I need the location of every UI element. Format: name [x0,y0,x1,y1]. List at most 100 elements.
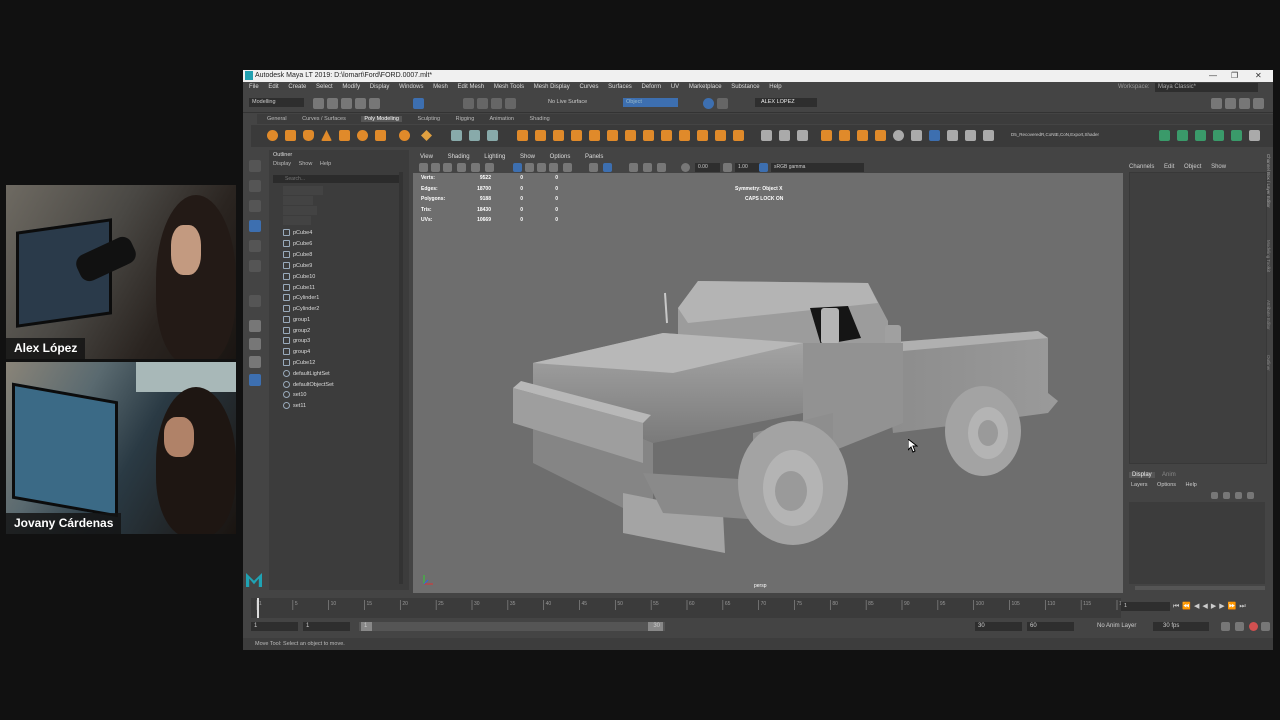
script-icon[interactable] [983,130,994,141]
workspace-dropdown[interactable]: Maya Classic* [1155,83,1258,92]
play-forward-icon[interactable]: ▶ [1211,603,1219,610]
single-perspective-layout-icon[interactable] [249,320,261,332]
poly-cone-icon[interactable] [321,130,332,141]
extrude-icon[interactable] [607,130,618,141]
multi-cut-icon[interactable] [761,130,772,141]
new-layer-icon[interactable] [1235,492,1242,499]
isolate-icon[interactable] [589,163,598,172]
undo-icon[interactable] [355,98,366,109]
anim-end-field[interactable]: 30 [975,622,1022,631]
grid-icon[interactable] [965,130,976,141]
range-slider[interactable]: 1 30 [359,622,665,631]
redo-icon[interactable] [369,98,380,109]
loop-icon[interactable] [1221,622,1230,631]
select-tool-icon[interactable] [249,160,261,172]
snap-curve-icon[interactable] [477,98,488,109]
outliner-item[interactable]: group4 [283,348,310,357]
combine-icon[interactable] [451,130,462,141]
menu-select[interactable]: Select [316,84,333,90]
film-gate-icon[interactable] [485,163,494,172]
mirror-icon[interactable] [571,130,582,141]
outliner-item[interactable]: pCube12 [283,359,315,368]
center-pivot-icon[interactable] [911,130,922,141]
outliner-item[interactable]: group1 [283,316,310,325]
range-start-handle[interactable]: 1 [361,622,372,631]
poke-icon[interactable] [679,130,690,141]
outliner-item[interactable]: set11 [283,402,306,411]
menu-substance[interactable]: Substance [731,84,759,90]
open-scene-icon[interactable] [327,98,338,109]
viewport-menu-shading[interactable]: Shading [448,154,470,160]
layer-tab-display[interactable]: Display [1129,472,1155,478]
layer-move-up-icon[interactable] [1211,492,1218,499]
delete-history-icon[interactable] [947,130,958,141]
close-button[interactable]: ✕ [1255,70,1262,82]
outliner-item[interactable]: defaultObjectSet [283,381,334,390]
export-icon[interactable] [1159,130,1170,141]
minimize-button[interactable]: — [1209,70,1217,82]
channel-menu-channels[interactable]: Channels [1129,164,1154,170]
range-end-handle[interactable]: 30 [648,622,663,631]
step-forward-key-icon[interactable]: ⏩ [1228,603,1240,610]
texture-icon[interactable] [1231,130,1242,141]
image-plane-icon[interactable] [457,163,466,172]
gamma-field[interactable]: 1.00 [735,163,760,172]
color-management-icon[interactable] [759,163,768,172]
layer-scrollbar[interactable] [1135,586,1265,590]
snap-point-icon[interactable] [491,98,502,109]
outliner-menu-display[interactable]: Display [273,161,291,167]
edge-loop-icon[interactable] [779,130,790,141]
perspective-viewport[interactable]: Verts: 9522 0 0 Edges: 18700 0 0 Polygons: 9188… [413,173,1123,593]
menu-display[interactable]: Display [370,84,390,90]
live-surface-field[interactable]: No Live Surface [548,99,587,105]
shelf-tab-rigging[interactable]: Rigging [456,116,475,122]
step-forward-icon[interactable]: ▶ [1219,603,1227,610]
save-scene-icon[interactable] [341,98,352,109]
layer-menu-layers[interactable]: Layers [1131,482,1148,488]
outliner-item[interactable]: group3 [283,337,310,346]
poly-plane-icon[interactable] [339,130,350,141]
poly-torus-icon[interactable] [357,130,368,141]
camera-attributes-icon[interactable] [431,163,440,172]
viewport-menu-lighting[interactable]: Lighting [484,154,505,160]
outliner-layout-icon[interactable] [249,374,261,386]
sound-icon[interactable] [1235,622,1244,631]
menu-mesh-display[interactable]: Mesh Display [534,84,570,90]
menu-deform[interactable]: Deform [641,84,661,90]
outliner-item[interactable]: pCube11 [283,284,315,293]
xray-icon[interactable] [603,163,612,172]
viewport-menu-options[interactable]: Options [550,154,571,160]
snap-view-icon[interactable] [505,98,516,109]
four-view-layout-icon[interactable] [249,338,261,350]
shelf-tab-shading[interactable]: Shading [530,116,550,122]
shelf-tab-sculpting[interactable]: Sculpting [417,116,440,122]
color-space-dropdown[interactable]: sRGB gamma [771,163,864,172]
snap-grid-icon[interactable] [463,98,474,109]
outliner-menu-help[interactable]: Help [320,161,331,167]
persp-outliner-layout-icon[interactable] [249,356,261,368]
mode-dropdown[interactable]: Modelling [249,98,304,107]
go-to-start-icon[interactable]: ⏮ [1173,603,1182,610]
bookmark-icon[interactable] [443,163,452,172]
exposure-icon[interactable] [681,163,690,172]
layer-menu-help[interactable]: Help [1186,482,1197,488]
freeze-transform-icon[interactable] [929,130,940,141]
start-time-field[interactable]: 1 [251,622,298,631]
channel-menu-show[interactable]: Show [1211,164,1226,170]
outliner-item[interactable]: group2 [283,327,310,336]
outliner-item[interactable]: pCube9 [283,262,312,271]
side-tab-modeling-toolkit[interactable]: Modeling Toolkit [1266,240,1271,272]
attribute-editor-toggle-icon[interactable] [1239,98,1250,109]
smooth-shade-icon[interactable] [525,163,534,172]
menu-marketplace[interactable]: Marketplace [689,84,722,90]
end-time-field[interactable]: 60 [1027,622,1074,631]
soften-icon[interactable] [839,130,850,141]
sculpt-icon[interactable] [821,130,832,141]
shadows-icon[interactable] [563,163,572,172]
rotate-tool-icon[interactable] [249,240,261,252]
lights-icon[interactable] [549,163,558,172]
side-tab-attribute-editor[interactable]: Attribute Editor [1266,300,1271,330]
shelf-tab-animation[interactable]: Animation [490,116,514,122]
shelf-tab-curves-surfaces[interactable]: Curves / Surfaces [302,116,346,122]
exposure-field[interactable]: 0.00 [695,163,720,172]
